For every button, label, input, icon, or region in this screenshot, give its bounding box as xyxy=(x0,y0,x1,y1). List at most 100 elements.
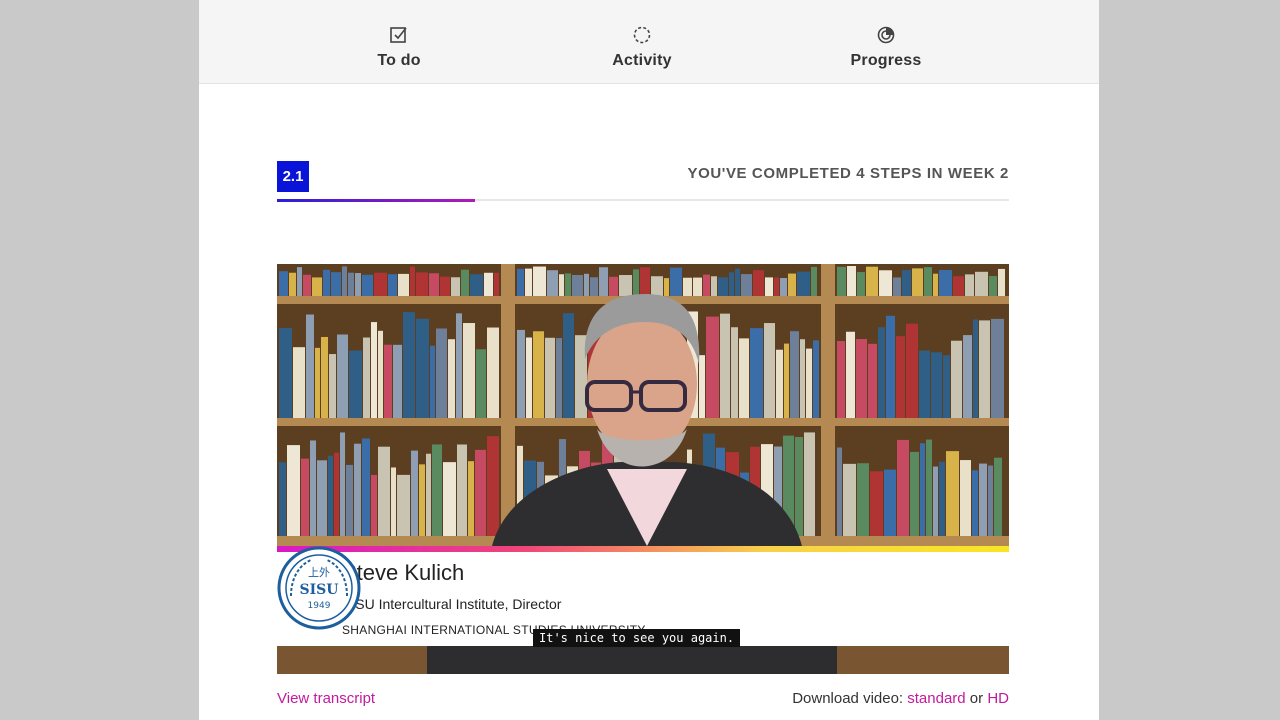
book-spine xyxy=(342,266,347,296)
book-spine xyxy=(398,273,409,296)
book-spine xyxy=(457,444,467,536)
book-spine xyxy=(494,272,499,296)
book-spine xyxy=(893,277,901,296)
book-spine xyxy=(931,352,942,418)
book-spine xyxy=(837,447,842,536)
book-spine xyxy=(461,269,469,296)
book-spine xyxy=(525,268,532,296)
book-spine xyxy=(371,322,377,418)
book-spine xyxy=(953,276,964,296)
book-spine xyxy=(334,452,339,536)
book-spine xyxy=(297,267,302,296)
book-spine xyxy=(293,347,305,418)
book-spine xyxy=(599,267,608,296)
book-spine xyxy=(703,274,710,296)
book-spine xyxy=(590,277,598,296)
book-spine xyxy=(463,323,475,418)
book-spine xyxy=(670,267,682,296)
book-spine xyxy=(741,274,752,296)
book-spine xyxy=(780,278,787,296)
book-spine xyxy=(943,355,950,418)
activity-spinner-icon xyxy=(633,26,651,44)
book-spine xyxy=(640,267,650,296)
book-spine xyxy=(946,451,959,536)
nav-activity[interactable]: Activity xyxy=(572,24,712,70)
book-spine xyxy=(884,469,896,536)
book-spine xyxy=(289,272,296,296)
book-spine xyxy=(476,349,486,418)
view-transcript-link[interactable]: View transcript xyxy=(277,690,375,707)
book-spine xyxy=(790,331,799,418)
video-player[interactable]: Steve Kulich SISU Intercultural Institut… xyxy=(277,264,1009,674)
book-spine xyxy=(975,271,988,296)
book-spine xyxy=(315,347,320,418)
top-navigation: To do Activity Progress xyxy=(199,0,1099,84)
download-or: or xyxy=(965,690,988,707)
book-spine xyxy=(711,276,717,296)
progress-ring-icon xyxy=(877,26,895,44)
book-spine xyxy=(419,464,425,536)
book-spine xyxy=(806,348,812,418)
nav-progress[interactable]: Progress xyxy=(816,24,956,70)
logo-top-text: 上外 xyxy=(308,566,330,579)
download-label: Download video: xyxy=(792,690,908,707)
nav-activity-label: Activity xyxy=(612,52,672,69)
book-spine xyxy=(526,337,532,418)
book-spine xyxy=(487,436,499,536)
book-spine xyxy=(939,269,952,296)
book-spine xyxy=(363,337,370,418)
book-spine xyxy=(306,314,314,418)
book-spine xyxy=(331,272,341,296)
week-progress-text: YOU'VE COMPLETED 4 STEPS IN WEEK 2 xyxy=(687,165,1009,182)
book-spine xyxy=(470,274,483,296)
logo-middle-text: SISU xyxy=(300,582,339,598)
book-spine xyxy=(475,449,486,536)
book-spine xyxy=(750,328,763,418)
book-spine xyxy=(729,272,734,296)
book-spine xyxy=(378,446,390,536)
book-spine xyxy=(279,327,292,418)
book-spine xyxy=(329,354,336,418)
book-spine xyxy=(378,330,383,418)
book-spine xyxy=(411,450,418,536)
book-spine xyxy=(902,270,911,296)
book-spine xyxy=(391,467,396,536)
book-spine xyxy=(804,432,815,536)
book-spine xyxy=(484,272,493,296)
book-spine xyxy=(868,343,877,418)
book-spine xyxy=(533,266,546,296)
book-spine xyxy=(933,273,938,296)
book-spine xyxy=(430,345,435,418)
book-spine xyxy=(468,461,474,536)
book-spine xyxy=(939,461,945,536)
book-spine xyxy=(323,269,330,296)
book-spine xyxy=(547,270,558,296)
book-spine xyxy=(355,273,361,296)
book-spine xyxy=(811,266,817,296)
book-spine xyxy=(813,340,819,418)
book-spine xyxy=(563,313,574,418)
book-spine xyxy=(699,355,705,418)
sisu-logo-seal: 上外 SISU 1949 xyxy=(277,546,361,630)
book-spine xyxy=(896,336,905,418)
book-spine xyxy=(910,451,919,536)
download-video: Download video: standard or HD xyxy=(792,690,1009,707)
gradient-bar xyxy=(277,546,1009,552)
book-spine xyxy=(397,474,410,536)
book-spine xyxy=(362,274,373,296)
book-spine xyxy=(973,319,978,418)
book-spine xyxy=(693,277,702,296)
download-standard-link[interactable]: standard xyxy=(907,690,965,707)
book-spine xyxy=(279,462,286,536)
book-spine xyxy=(774,277,779,296)
book-spine xyxy=(856,339,867,418)
nav-todo[interactable]: To do xyxy=(329,24,469,70)
download-hd-link[interactable]: HD xyxy=(987,690,1009,707)
book-spine xyxy=(517,268,524,296)
logo-year: 1949 xyxy=(308,601,331,611)
book-spine xyxy=(706,316,719,418)
book-spine xyxy=(303,274,311,296)
book-spine xyxy=(287,445,300,536)
book-spine xyxy=(972,470,978,536)
book-spine xyxy=(924,267,932,296)
